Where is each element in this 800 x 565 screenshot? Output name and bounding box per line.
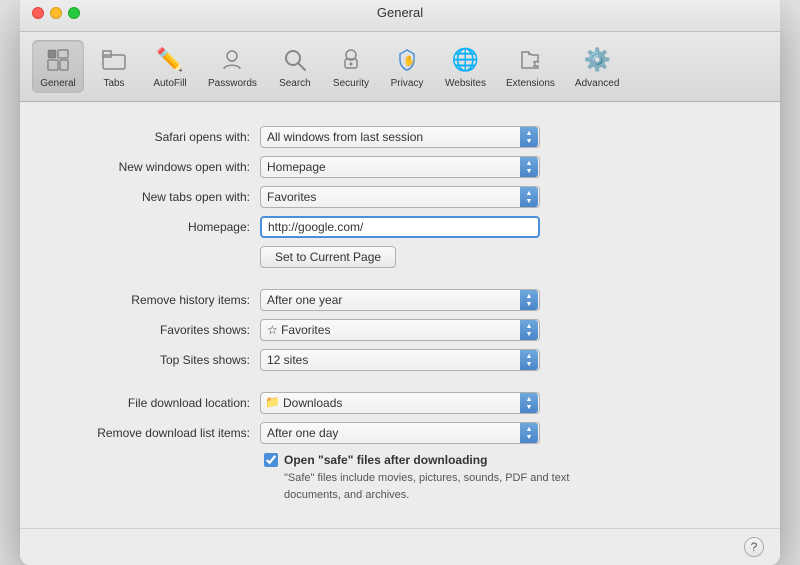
top-sites-row: Top Sites shows: 12 sites 6 sites 24 sit… (60, 349, 740, 371)
extensions-label: Extensions (506, 78, 555, 89)
homepage-input[interactable] (260, 216, 540, 238)
new-windows-control: Homepage Empty Page Same Page ▲ ▼ (260, 156, 540, 178)
toolbar-item-websites[interactable]: 🌐 Websites (437, 40, 494, 93)
open-safe-files-title: Open "safe" files after downloading (284, 453, 487, 467)
favorites-shows-control: ☆ Favorites Bookmarks Menu Reading List … (260, 319, 540, 341)
toolbar-item-extensions[interactable]: Extensions (498, 40, 563, 93)
favorites-shows-label: Favorites shows: (60, 323, 260, 337)
homepage-label: Homepage: (60, 220, 260, 234)
favorites-shows-row: Favorites shows: ☆ Favorites Bookmarks M… (60, 319, 740, 341)
advanced-label: Advanced (575, 78, 619, 89)
new-tabs-row: New tabs open with: Favorites Homepage E… (60, 186, 740, 208)
toolbar-item-general[interactable]: General (32, 40, 84, 93)
window-title: General (377, 5, 423, 20)
toolbar-item-tabs[interactable]: Tabs (88, 40, 140, 93)
toolbar-item-privacy[interactable]: ✋ Privacy (381, 40, 433, 93)
autofill-label: AutoFill (153, 78, 186, 89)
new-windows-select[interactable]: Homepage Empty Page Same Page (260, 156, 540, 178)
remove-history-row: Remove history items: After one year Aft… (60, 289, 740, 311)
advanced-icon: ⚙️ (581, 44, 613, 76)
minimize-button[interactable] (50, 7, 62, 19)
general-label: General (40, 78, 76, 89)
file-download-select[interactable]: Downloads Desktop Other... (260, 392, 540, 414)
new-windows-label: New windows open with: (60, 160, 260, 174)
toolbar-item-passwords[interactable]: Passwords (200, 40, 265, 93)
top-sites-label: Top Sites shows: (60, 353, 260, 367)
remove-history-label: Remove history items: (60, 293, 260, 307)
open-safe-files-checkbox[interactable] (264, 453, 278, 467)
titlebar: General (20, 0, 780, 32)
bottom-bar: ? (20, 528, 780, 565)
file-download-row: File download location: Downloads Deskto… (60, 392, 740, 414)
toolbar-item-security[interactable]: Security (325, 40, 377, 93)
toolbar-item-autofill[interactable]: ✏️ AutoFill (144, 40, 196, 93)
open-safe-files-row: Open "safe" files after downloading "Saf… (264, 452, 740, 504)
new-tabs-select[interactable]: Favorites Homepage Empty Page (260, 186, 540, 208)
toolbar: General Tabs ✏️ AutoFill Passwords (20, 32, 780, 102)
remove-history-select[interactable]: After one year After one month After one… (260, 289, 540, 311)
websites-icon: 🌐 (450, 44, 482, 76)
tabs-label: Tabs (103, 78, 124, 89)
close-button[interactable] (32, 7, 44, 19)
set-current-page-button[interactable]: Set to Current Page (260, 246, 396, 268)
open-safe-files-label[interactable]: Open "safe" files after downloading "Saf… (284, 452, 584, 504)
top-sites-select[interactable]: 12 sites 6 sites 24 sites (260, 349, 540, 371)
security-icon (335, 44, 367, 76)
set-current-page-control: Set to Current Page (260, 246, 540, 268)
homepage-row: Homepage: (60, 216, 740, 238)
remove-download-control: After one day Upon successful download W… (260, 422, 540, 444)
traffic-lights (32, 7, 80, 19)
new-tabs-control: Favorites Homepage Empty Page ▲ ▼ (260, 186, 540, 208)
general-icon (42, 44, 74, 76)
help-button[interactable]: ? (744, 537, 764, 557)
remove-history-control: After one year After one month After one… (260, 289, 540, 311)
search-label: Search (279, 78, 311, 89)
autofill-icon: ✏️ (154, 44, 186, 76)
extensions-icon (514, 44, 546, 76)
new-windows-row: New windows open with: Homepage Empty Pa… (60, 156, 740, 178)
set-current-page-row: Set to Current Page (60, 246, 740, 268)
file-download-control: Downloads Desktop Other... 📁 ▲ ▼ (260, 392, 540, 414)
privacy-icon: ✋ (391, 44, 423, 76)
svg-text:✋: ✋ (403, 54, 415, 67)
content-area: Safari opens with: All windows from last… (20, 102, 780, 528)
privacy-label: Privacy (391, 78, 424, 89)
open-safe-files-desc: "Safe" files include movies, pictures, s… (284, 472, 569, 501)
search-icon (279, 44, 311, 76)
main-window: General General Tabs (20, 0, 780, 565)
homepage-control (260, 216, 540, 238)
new-tabs-label: New tabs open with: (60, 190, 260, 204)
security-label: Security (333, 78, 369, 89)
toolbar-item-advanced[interactable]: ⚙️ Advanced (567, 40, 627, 93)
safari-opens-label: Safari opens with: (60, 130, 260, 144)
remove-download-select[interactable]: After one day Upon successful download W… (260, 422, 540, 444)
safari-opens-select[interactable]: All windows from last session A new wind… (260, 126, 540, 148)
favorites-shows-select[interactable]: ☆ Favorites Bookmarks Menu Reading List (260, 319, 540, 341)
remove-download-row: Remove download list items: After one da… (60, 422, 740, 444)
safari-opens-control: All windows from last session A new wind… (260, 126, 540, 148)
remove-download-label: Remove download list items: (60, 426, 260, 440)
tabs-icon (98, 44, 130, 76)
file-download-label: File download location: (60, 396, 260, 410)
top-sites-control: 12 sites 6 sites 24 sites ▲ ▼ (260, 349, 540, 371)
fullscreen-button[interactable] (68, 7, 80, 19)
safari-opens-row: Safari opens with: All windows from last… (60, 126, 740, 148)
websites-label: Websites (445, 78, 486, 89)
toolbar-item-search[interactable]: Search (269, 40, 321, 93)
passwords-icon (216, 44, 248, 76)
passwords-label: Passwords (208, 78, 257, 89)
